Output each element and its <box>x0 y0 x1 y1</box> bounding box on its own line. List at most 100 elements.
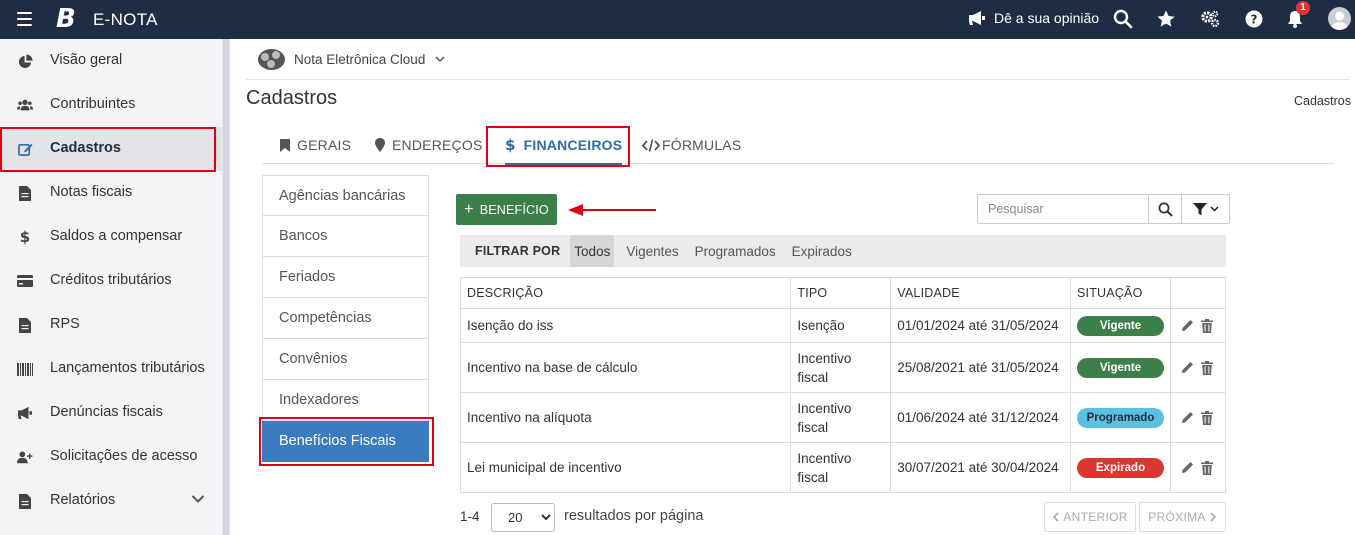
company-name: Nota Eletrônica Cloud <box>294 52 426 67</box>
subnav-item-indexadores[interactable]: Indexadores <box>262 380 429 421</box>
divider <box>246 79 1350 80</box>
filter-option-vigentes[interactable]: Vigentes <box>618 235 686 267</box>
megaphone-icon <box>969 11 985 25</box>
sidebar-item-visao-geral[interactable]: Visão geral <box>0 39 222 83</box>
tab-gerais[interactable]: GERAIS <box>280 126 351 164</box>
cell-tipo: Isenção <box>790 308 892 343</box>
search-button[interactable] <box>1148 194 1182 224</box>
status-badge: Vigente <box>1077 358 1164 378</box>
cell-actions <box>1170 308 1226 343</box>
annotation-box-financeiros <box>486 126 630 167</box>
sidebar-item-label: Visão geral <box>50 52 123 68</box>
feedback-button[interactable]: Dê a sua opinião <box>968 10 1099 26</box>
sidebar-item-rps[interactable]: RPS <box>0 303 222 347</box>
sidebar-item-contribuintes[interactable]: Contribuintes <box>0 83 222 127</box>
pencil-icon[interactable] <box>1181 361 1194 374</box>
dollar-icon: $ <box>19 228 31 246</box>
bookmark-icon <box>280 138 290 152</box>
sidebar-item-label: Relatórios <box>50 492 116 508</box>
star-icon[interactable] <box>1156 9 1176 29</box>
settings-icon[interactable] <box>1200 9 1220 29</box>
trash-icon[interactable] <box>1201 460 1213 475</box>
per-page-label: resultados por página <box>564 508 704 524</box>
cell-validade: 30/07/2021 até 30/04/2024 <box>890 442 1071 493</box>
sidebar-item-notas-fiscais[interactable]: Notas fiscais <box>0 171 222 215</box>
add-beneficio-button[interactable]: + BENEFÍCIO <box>456 194 557 225</box>
search-icon[interactable] <box>1113 9 1133 29</box>
subnav-item-feriados[interactable]: Feriados <box>262 257 429 298</box>
cell-descricao: Isenção do iss <box>459 308 792 343</box>
column-header-situacao[interactable]: SITUAÇÃO <box>1070 277 1171 309</box>
cell-tipo: Incentivo fiscal <box>790 392 892 443</box>
subnav-item-bancos[interactable]: Bancos <box>262 216 429 257</box>
subnav-item-convenios[interactable]: Convênios <box>262 339 429 380</box>
status-badge: Programado <box>1077 408 1164 428</box>
trash-icon[interactable] <box>1201 360 1213 375</box>
cell-situacao: Expirado <box>1070 442 1171 493</box>
avatar[interactable] <box>1328 7 1351 30</box>
annotation-box-beneficios <box>259 417 434 466</box>
tab-bar: GERAIS ENDEREÇOS $ FINANCEIROS FÓRMULAS <box>262 126 1334 165</box>
subnav-item-competencias[interactable]: Competências <box>262 298 429 339</box>
column-header-tipo[interactable]: TIPO <box>790 277 892 309</box>
sidebar-item-label: Créditos tributários <box>50 272 172 288</box>
annotation-arrow <box>568 204 656 216</box>
sidebar-item-creditos[interactable]: Créditos tributários <box>0 259 222 303</box>
app-title: E-NOTA <box>93 10 158 29</box>
sidebar-item-label: RPS <box>50 316 80 332</box>
pencil-icon[interactable] <box>1181 411 1194 424</box>
filter-dropdown-button[interactable] <box>1181 194 1230 224</box>
cell-tipo: Incentivo fiscal <box>790 442 892 493</box>
subnav-item-agencias[interactable]: Agências bancárias <box>262 175 429 216</box>
status-badge: Vigente <box>1077 316 1164 336</box>
filter-bar: FILTRAR POR Todos Vigentes Programados E… <box>460 235 1226 267</box>
breadcrumb[interactable]: Cadastros <box>1294 94 1351 108</box>
prev-page-button[interactable]: ANTERIOR <box>1044 502 1136 532</box>
tab-formulas[interactable]: FÓRMULAS <box>642 126 741 164</box>
page-size-select[interactable]: 20 <box>491 503 555 532</box>
prev-label: ANTERIOR <box>1063 510 1128 524</box>
chevron-left-icon <box>1053 512 1059 522</box>
chevron-down-icon[interactable] <box>191 494 205 504</box>
sidebar-item-lancamentos[interactable]: Lançamentos tributários <box>0 347 222 391</box>
filter-option-programados[interactable]: Programados <box>687 235 784 267</box>
file-icon <box>17 493 33 509</box>
trash-icon[interactable] <box>1201 318 1213 333</box>
credit-card-icon <box>17 273 33 289</box>
trash-icon[interactable] <box>1201 410 1213 425</box>
status-badge: Expirado <box>1077 458 1164 478</box>
table-row: Incentivo na base de cálculo Incentivo f… <box>459 342 1226 393</box>
next-page-button[interactable]: PRÓXIMA <box>1139 502 1226 532</box>
page-title: Cadastros <box>246 87 338 109</box>
menu-icon[interactable] <box>17 12 32 26</box>
pencil-icon[interactable] <box>1181 319 1194 332</box>
sidebar-item-denuncias[interactable]: Denúncias fiscais <box>0 391 222 435</box>
filter-option-expirados[interactable]: Expirados <box>784 235 860 267</box>
cell-descricao: Lei municipal de incentivo <box>459 442 792 493</box>
sidebar-scrollbar[interactable] <box>222 39 230 535</box>
add-beneficio-label: BENEFÍCIO <box>479 202 549 217</box>
table-row: Lei municipal de incentivo Incentivo fis… <box>459 442 1226 493</box>
filter-option-todos[interactable]: Todos <box>570 235 615 267</box>
tab-label: GERAIS <box>297 137 352 153</box>
sidebar-item-solicitacoes[interactable]: Solicitações de acesso <box>0 435 222 479</box>
help-icon[interactable]: ? <box>1244 9 1264 29</box>
column-header-validade[interactable]: VALIDADE <box>890 277 1071 309</box>
company-selector[interactable]: Nota Eletrônica Cloud <box>258 49 445 70</box>
search-input[interactable] <box>977 194 1149 224</box>
filter-label: FILTRAR POR <box>475 244 561 258</box>
filter-icon <box>1192 202 1207 215</box>
plus-icon: + <box>464 200 474 218</box>
map-marker-icon <box>375 138 385 152</box>
pencil-icon[interactable] <box>1181 461 1194 474</box>
sidebar-item-label: Saldos a compensar <box>50 228 183 244</box>
barcode-icon <box>17 361 33 377</box>
sidebar-item-relatorios[interactable]: Relatórios <box>0 479 222 523</box>
sidebar-item-label: Solicitações de acesso <box>50 448 198 464</box>
sidebar-item-saldos[interactable]: $ Saldos a compensar <box>0 215 222 259</box>
cell-situacao: Programado <box>1070 392 1171 443</box>
column-header-descricao[interactable]: DESCRIÇÃO <box>459 277 792 309</box>
cell-actions <box>1170 342 1226 393</box>
tab-enderecos[interactable]: ENDEREÇOS <box>375 126 482 164</box>
users-icon <box>17 97 33 113</box>
